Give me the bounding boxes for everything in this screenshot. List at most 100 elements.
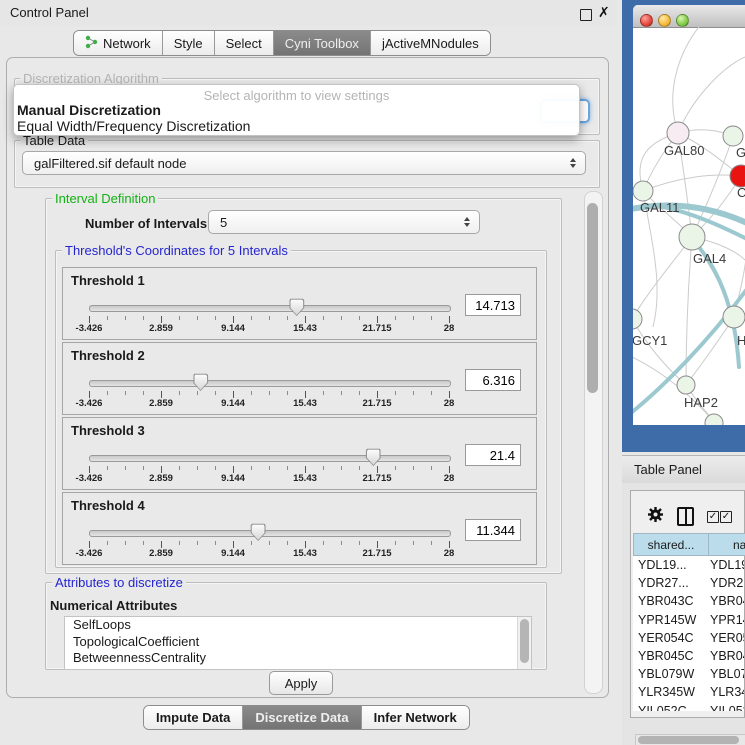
table-horizontal-scrollbar[interactable] bbox=[635, 734, 745, 745]
attribute-item-topologicalcoefficient[interactable]: TopologicalCoefficient bbox=[65, 634, 531, 651]
network-node-ga[interactable] bbox=[723, 126, 743, 146]
threshold-3-slider-track[interactable] bbox=[89, 455, 451, 462]
slider-major-ticks bbox=[89, 466, 450, 473]
threshold-label: Threshold 4 bbox=[71, 498, 145, 513]
threshold-2-slider-track[interactable] bbox=[89, 380, 451, 387]
table-row[interactable]: YPR145WYPR145W bbox=[633, 611, 744, 629]
table-panel-titlebar: Table Panel bbox=[622, 455, 745, 485]
node-table-container: ✓ ✓ shared...name YDL19...YDL19...YDR27.… bbox=[630, 490, 745, 718]
algorithm-option-equal-width-frequency-discretization[interactable]: Equal Width/Frequency Discretization bbox=[17, 118, 250, 134]
tab-jactivemnodules[interactable]: jActiveMNodules bbox=[371, 31, 490, 55]
network-node-partial[interactable] bbox=[705, 414, 723, 425]
network-node-gal80[interactable] bbox=[667, 122, 689, 144]
tab-network[interactable]: Network bbox=[74, 31, 163, 55]
algorithm-popup-hint: Select algorithm to view settings bbox=[14, 88, 579, 103]
combo-stepper-icon bbox=[570, 158, 576, 168]
tick-label: 2.859 bbox=[149, 398, 173, 409]
apply-button[interactable]: Apply bbox=[269, 671, 333, 695]
tab-select[interactable]: Select bbox=[215, 31, 274, 55]
attribute-item-selfloops[interactable]: SelfLoops bbox=[65, 617, 531, 634]
cell-name: YBR045C bbox=[710, 649, 744, 663]
float-window-icon[interactable] bbox=[580, 9, 592, 21]
tab-label: Style bbox=[174, 36, 203, 51]
tick-label: 15.43 bbox=[293, 473, 317, 484]
number-of-intervals-combo[interactable]: 5 bbox=[208, 210, 480, 234]
cell-shared-name: YBL079W bbox=[638, 667, 694, 681]
cell-shared-name: YDL19... bbox=[638, 558, 687, 572]
table-row[interactable]: YDR27...YDR27... bbox=[633, 574, 744, 592]
algorithm-option-manual-discretization[interactable]: Manual Discretization bbox=[17, 102, 161, 118]
network-node-hap2[interactable] bbox=[677, 376, 695, 394]
network-node-gcy1[interactable] bbox=[633, 309, 642, 329]
attributes-scrollbar[interactable] bbox=[517, 617, 531, 669]
network-window: GAL80GACGAL11GAL4GCY1HHAP2 bbox=[633, 5, 745, 425]
table-row[interactable]: YER054C YER054C bbox=[633, 629, 744, 647]
tab-label: Network bbox=[103, 36, 151, 51]
tab-cyni-toolbox[interactable]: Cyni Toolbox bbox=[274, 31, 371, 55]
panel-scrollbar-thumb[interactable] bbox=[587, 203, 598, 393]
minimize-traffic-light-icon[interactable] bbox=[658, 14, 671, 27]
tick-label: 2.859 bbox=[149, 323, 173, 334]
threshold-label: Threshold 3 bbox=[71, 423, 145, 438]
tick-label: 2.859 bbox=[149, 548, 173, 559]
threshold-4-slider-thumb[interactable] bbox=[251, 523, 266, 541]
thresholds-group-label: Threshold's Coordinates for 5 Intervals bbox=[62, 243, 291, 258]
combo-stepper-icon bbox=[464, 217, 470, 227]
threshold-2-slider-thumb[interactable] bbox=[193, 373, 208, 391]
attributes-scrollbar-thumb[interactable] bbox=[520, 619, 529, 663]
cell-name: YER054C bbox=[710, 631, 744, 645]
checkbox-checked-icon[interactable]: ✓ bbox=[707, 511, 719, 523]
checkbox-checked-icon[interactable]: ✓ bbox=[720, 511, 732, 523]
network-node-label: HAP2 bbox=[684, 395, 718, 410]
table-data-combo[interactable]: galFiltered.sif default node bbox=[22, 151, 586, 175]
network-node-h[interactable] bbox=[723, 306, 745, 328]
network-node-gal11[interactable] bbox=[633, 181, 653, 201]
tick-label: -3.426 bbox=[76, 473, 103, 484]
network-window-titlebar[interactable] bbox=[633, 5, 745, 28]
table-row[interactable]: YBL079W YBL079W bbox=[633, 665, 744, 683]
slider-major-ticks bbox=[89, 391, 450, 398]
threshold-1-value-field[interactable] bbox=[465, 294, 521, 316]
zoom-traffic-light-icon[interactable] bbox=[676, 14, 689, 27]
table-row[interactable]: YLR345WYLR345W bbox=[633, 683, 744, 701]
tab-label: Select bbox=[226, 36, 262, 51]
tick-label: 15.43 bbox=[293, 398, 317, 409]
column-header-shared[interactable]: shared... bbox=[633, 533, 709, 556]
network-node-gal4[interactable] bbox=[679, 224, 705, 250]
tab-impute-data[interactable]: Impute Data bbox=[144, 706, 243, 729]
table-row[interactable]: YBR043CYBR043C bbox=[633, 592, 744, 610]
attribute-item-betweennesscentrality[interactable]: BetweennessCentrality bbox=[65, 650, 531, 667]
threshold-3-slider-thumb[interactable] bbox=[366, 448, 381, 466]
network-edge bbox=[633, 237, 692, 319]
tab-discretize-data[interactable]: Discretize Data bbox=[243, 706, 361, 729]
tick-label: 28 bbox=[444, 323, 455, 334]
column-header-name[interactable]: name bbox=[708, 533, 745, 556]
tab-style[interactable]: Style bbox=[163, 31, 215, 55]
columns-icon[interactable] bbox=[677, 507, 694, 526]
network-node-label: H bbox=[737, 333, 745, 348]
threshold-3-value-field[interactable] bbox=[465, 444, 521, 466]
cell-shared-name: YIL052C bbox=[638, 704, 687, 712]
application-root: Control Panel ✗ Network Style Select Cyni T… bbox=[0, 0, 745, 745]
close-icon[interactable]: ✗ bbox=[598, 4, 610, 21]
gear-icon[interactable] bbox=[647, 506, 664, 523]
tab-infer-network[interactable]: Infer Network bbox=[362, 706, 469, 729]
tick-label: 28 bbox=[444, 548, 455, 559]
control-panel-title: Control Panel bbox=[10, 5, 89, 20]
cell-shared-name: YER054C bbox=[638, 631, 694, 645]
table-row[interactable]: YIL052CYIL052C bbox=[633, 702, 744, 712]
cell-name: YBL079W bbox=[710, 667, 744, 681]
close-traffic-light-icon[interactable] bbox=[640, 14, 653, 27]
threshold-1-slider-track[interactable] bbox=[89, 305, 451, 312]
threshold-2-value-field[interactable] bbox=[465, 369, 521, 391]
numerical-attributes-list[interactable]: SelfLoopsTopologicalCoefficientBetweenne… bbox=[64, 616, 532, 670]
network-node-c[interactable] bbox=[730, 165, 745, 187]
threshold-4-value-field[interactable] bbox=[465, 519, 521, 541]
network-node-label: GAL11 bbox=[640, 200, 680, 215]
threshold-1-slider-thumb[interactable] bbox=[289, 298, 304, 316]
threshold-4-slider-track[interactable] bbox=[89, 530, 451, 537]
table-row[interactable]: YDL19...YDL19... bbox=[633, 556, 744, 574]
table-row[interactable]: YBR045CYBR045C bbox=[633, 647, 744, 665]
network-canvas[interactable]: GAL80GACGAL11GAL4GCY1HHAP2 bbox=[633, 27, 745, 425]
table-scrollbar-thumb[interactable] bbox=[638, 736, 739, 744]
